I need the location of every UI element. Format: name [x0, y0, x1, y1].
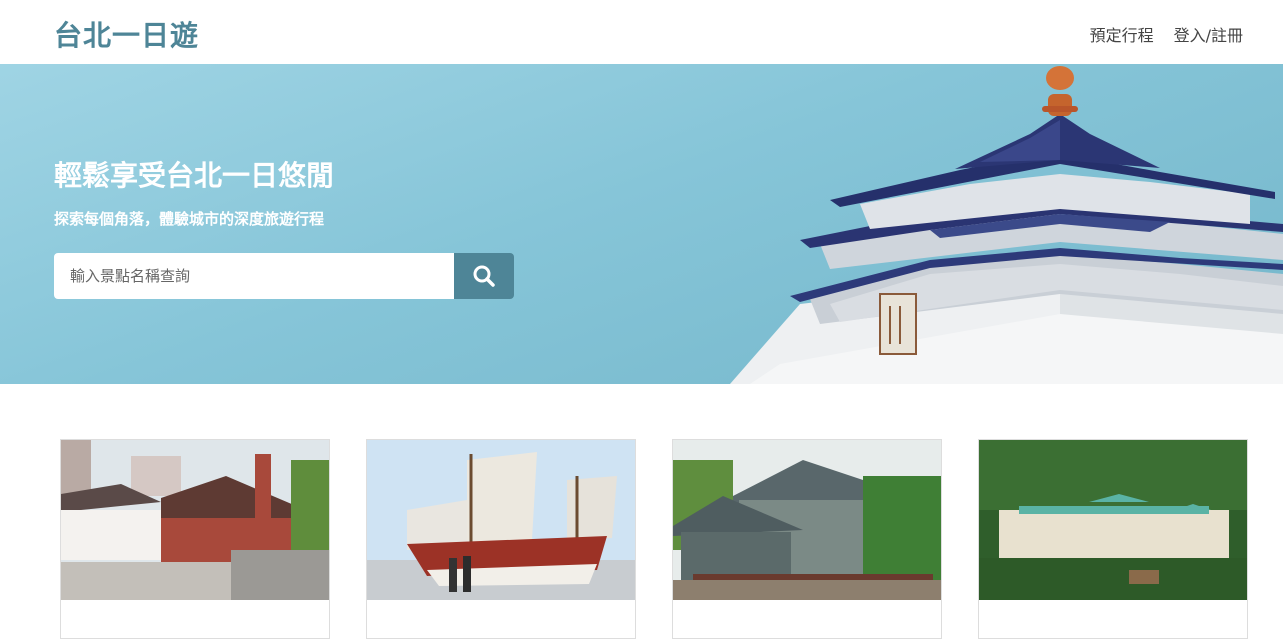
memorial-hall-image [730, 66, 1283, 384]
hero-banner: 輕鬆享受台北一日悠閒 探索每個角落，體驗城市的深度旅遊行程 [0, 64, 1283, 384]
nav-login-link[interactable]: 登入/註冊 [1174, 22, 1243, 46]
search-input[interactable] [54, 253, 454, 299]
hero-title: 輕鬆享受台北一日悠閒 [54, 159, 335, 192]
attraction-card[interactable] [60, 439, 330, 639]
attraction-photo [673, 440, 941, 600]
attraction-photo [367, 440, 635, 600]
nav-links: 預定行程 登入/註冊 [1090, 22, 1243, 46]
search-icon [473, 265, 495, 287]
nav-booking-link[interactable]: 預定行程 [1090, 22, 1154, 46]
attraction-card[interactable] [672, 439, 942, 639]
attraction-photo [979, 440, 1247, 600]
hero-subtitle: 探索每個角落，體驗城市的深度旅遊行程 [54, 210, 325, 228]
attraction-photo [61, 440, 329, 600]
search-button[interactable] [454, 253, 514, 299]
brand-logo[interactable]: 台北一日遊 [54, 14, 199, 54]
attraction-card[interactable] [978, 439, 1248, 639]
navbar: 台北一日遊 預定行程 登入/註冊 [0, 0, 1283, 64]
attraction-card[interactable] [366, 439, 636, 639]
